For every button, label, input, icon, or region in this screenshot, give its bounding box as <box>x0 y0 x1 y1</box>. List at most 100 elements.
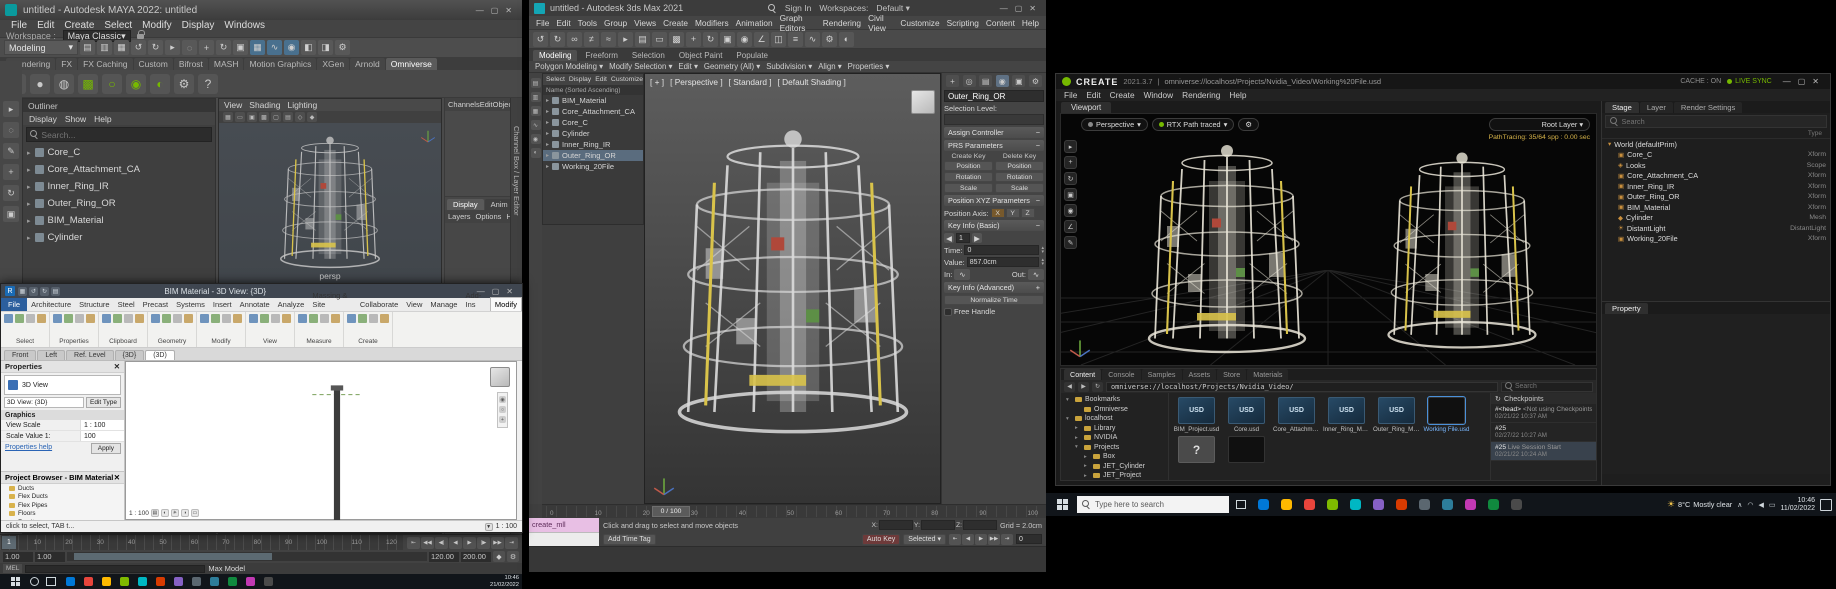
crossing-icon[interactable]: ▩ <box>669 32 684 47</box>
ribbon-tab[interactable]: Modify <box>490 297 522 311</box>
taskbar-app-icon[interactable] <box>1506 496 1526 513</box>
volume-icon[interactable]: ◀ <box>1758 501 1763 509</box>
expand-icon[interactable]: ▸ <box>27 183 31 191</box>
weather-widget[interactable]: ☀8°CMostly clear <box>1667 499 1732 510</box>
task-view-button[interactable] <box>42 574 60 589</box>
close-icon[interactable]: ✕ <box>114 473 120 482</box>
channel-list[interactable] <box>445 111 510 197</box>
safe-title-icon[interactable]: ▤ <box>283 112 293 122</box>
maximize-button[interactable]: ▢ <box>1015 4 1023 13</box>
view-tab[interactable]: Left <box>37 350 65 360</box>
clock[interactable]: 10:4621/02/2022 <box>490 575 519 588</box>
ribbon-tab[interactable]: Architecture <box>27 298 75 311</box>
ribbon-tool-icon[interactable] <box>320 314 329 323</box>
type-selector[interactable]: 3D View <box>4 375 121 395</box>
undo-icon[interactable]: ↺ <box>533 32 548 47</box>
file-item[interactable]: USDCore_Attachment.usd <box>1273 397 1320 433</box>
ribbon-tool-icon[interactable] <box>271 314 280 323</box>
snap-curve-icon[interactable]: ∿ <box>267 40 282 55</box>
file-thumbnail[interactable]: USD <box>1278 397 1315 424</box>
menu-item[interactable]: Edit <box>480 100 493 109</box>
close-button[interactable]: ✕ <box>1812 77 1819 86</box>
file-thumbnail[interactable]: ? <box>1178 436 1215 463</box>
renderer-selector[interactable]: RTX Path traced▾ <box>1152 118 1234 131</box>
material-editor-icon[interactable]: ◉ <box>531 134 541 144</box>
step-back-key-icon[interactable]: ◀| <box>435 537 448 549</box>
clock[interactable]: 10:4611/02/2022 <box>1780 497 1815 513</box>
delete-key-button[interactable]: Rotation <box>995 172 1044 182</box>
stage-prim-row[interactable]: ▣Inner_Ring_IRXform <box>1602 181 1830 192</box>
expand-icon[interactable]: ▸ <box>1084 454 1090 460</box>
live-sync-status[interactable]: LIVE SYNC <box>1727 78 1772 85</box>
new-scene-icon[interactable]: ▤ <box>80 40 95 55</box>
visual-style-icon[interactable]: ◐ <box>161 509 169 517</box>
undo-icon[interactable]: ↺ <box>131 40 146 55</box>
ribbon-tab[interactable]: Insert <box>209 298 236 311</box>
omniverse-viewport[interactable]: Perspective▾ RTX Path traced▾ ⚙ Root Lay… <box>1060 113 1597 366</box>
outliner-item[interactable]: ▸BIM_Material <box>23 212 215 229</box>
ribbon-tab[interactable]: Analyze <box>274 298 309 311</box>
next-frame-icon[interactable]: ▶▶ <box>988 534 1000 545</box>
property-tab[interactable]: Property <box>1605 303 1648 314</box>
render-settings-icon[interactable]: ⚙ <box>335 40 350 55</box>
menu-item[interactable]: Help <box>94 114 111 124</box>
shelf-tab[interactable]: Motion Graphics <box>244 58 316 70</box>
properties-help-link[interactable]: Properties help <box>1 442 56 453</box>
view-tab[interactable]: Front <box>4 350 36 360</box>
taskbar-app-icon[interactable] <box>135 575 150 588</box>
range-slider-bar[interactable] <box>74 553 272 560</box>
checker-material-icon[interactable]: ▩ <box>78 74 98 94</box>
file-thumbnail[interactable] <box>1428 397 1465 424</box>
scale-tool-icon[interactable]: ▣ <box>3 206 19 222</box>
move-tool-icon[interactable]: + <box>686 32 701 47</box>
ribbon-tool-icon[interactable] <box>233 314 242 323</box>
utilities-tab-icon[interactable]: ⚙ <box>1029 75 1042 87</box>
ribbon-tool-icon[interactable] <box>184 314 193 323</box>
menu-item[interactable]: Animation <box>733 18 776 28</box>
expand-icon[interactable]: ▸ <box>546 130 549 137</box>
rect-region-icon[interactable]: ▭ <box>652 32 667 47</box>
menu-item[interactable]: Customize <box>897 18 942 28</box>
close-button[interactable]: ✕ <box>505 6 512 15</box>
step-forward-key-icon[interactable]: |▶ <box>477 537 490 549</box>
ribbon-tab[interactable]: Modeling <box>533 50 577 61</box>
start-button[interactable] <box>3 574 27 589</box>
taskbar-app-icon[interactable] <box>1460 496 1480 513</box>
folder-tree-item[interactable]: ▸Box <box>1061 452 1168 462</box>
ribbon-tool-icon[interactable] <box>200 314 209 323</box>
browser-tree-item[interactable]: Flex Pipes <box>1 501 124 510</box>
menu-item[interactable]: Scripting <box>944 18 982 28</box>
close-button[interactable]: ✕ <box>1029 4 1036 13</box>
ribbon-tab[interactable]: Steel <box>114 298 139 311</box>
search-input[interactable] <box>1622 117 1822 126</box>
auto-key-icon[interactable]: ◆ <box>493 551 505 562</box>
menu-item[interactable]: Create <box>1110 90 1135 100</box>
move-tool-icon[interactable]: + <box>1064 156 1077 169</box>
ribbon-tool-icon[interactable] <box>222 314 231 323</box>
object-name-field[interactable]: Outer_Ring_OR <box>944 90 1044 102</box>
expand-icon[interactable]: ▸ <box>27 149 31 157</box>
menu-item[interactable]: Display <box>29 114 57 124</box>
expand-icon[interactable]: ▾ <box>1075 444 1081 450</box>
play-icon[interactable]: ▶ <box>975 534 987 545</box>
mel-toggle[interactable]: MEL <box>3 564 22 573</box>
notification-center-icon[interactable] <box>1820 499 1832 511</box>
ribbon-tab[interactable]: Structure <box>75 298 113 311</box>
ribbon-group-label[interactable]: Subdivision ▾ <box>766 62 812 71</box>
ribbon-tool-icon[interactable] <box>26 314 35 323</box>
sun-path-icon[interactable]: ☀ <box>171 509 179 517</box>
time-slider-handle[interactable]: 0 / 100 <box>652 506 690 517</box>
browser-tab[interactable]: Console <box>1102 369 1140 380</box>
prev-key-icon[interactable]: ◀ <box>944 233 954 243</box>
outliner-item[interactable]: ▸Inner_Ring_IR <box>23 178 215 195</box>
go-to-end-icon[interactable]: ⇥ <box>1001 534 1013 545</box>
scale-tool-icon[interactable]: ▣ <box>1064 188 1077 201</box>
file-thumbnail[interactable] <box>1228 436 1265 463</box>
menu-item[interactable]: Graph Editors <box>777 13 819 33</box>
start-button[interactable] <box>1050 493 1074 516</box>
redo-icon[interactable]: ↻ <box>550 32 565 47</box>
maxscript-mini-listener[interactable]: create_mll <box>529 518 599 546</box>
expand-icon[interactable]: ▾ <box>1066 416 1072 422</box>
redo-icon[interactable]: ↻ <box>148 40 163 55</box>
unlink-icon[interactable]: ≠ <box>584 32 599 47</box>
